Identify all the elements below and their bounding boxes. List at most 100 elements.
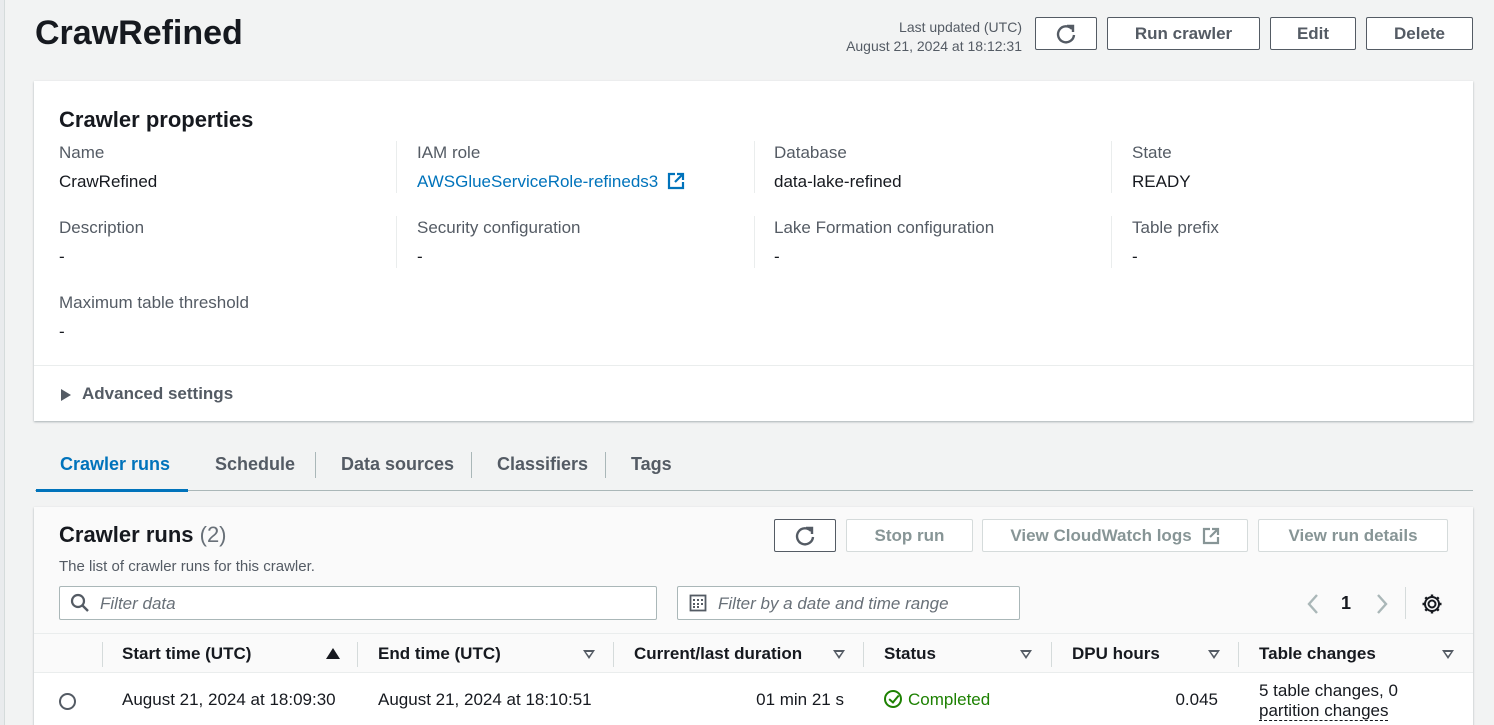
- status-text: Completed: [908, 690, 991, 709]
- date-range-filter[interactable]: Filter by a date and time range: [677, 586, 1020, 620]
- active-tab-indicator: [36, 489, 188, 492]
- last-updated: Last updated (UTC) August 21, 2024 at 18…: [846, 18, 1022, 56]
- prop-lake-formation: Lake Formation configuration -: [774, 218, 1104, 267]
- view-cloudwatch-logs-button[interactable]: View CloudWatch logs: [982, 519, 1248, 552]
- prop-value: -: [59, 322, 65, 341]
- tab-data-sources[interactable]: Data sources: [341, 454, 454, 475]
- external-link-icon: [667, 172, 685, 190]
- prop-database: Database data-lake-refined: [774, 143, 1104, 192]
- sort-icon[interactable]: [1442, 650, 1454, 659]
- filter-data-placeholder: Filter data: [100, 594, 176, 613]
- prop-table-prefix: Table prefix -: [1132, 218, 1462, 267]
- iam-role-link[interactable]: AWSGlueServiceRole-refineds3: [417, 172, 747, 192]
- cell-end-time: August 21, 2024 at 18:10:51: [378, 690, 592, 709]
- column-divider: [863, 642, 864, 667]
- date-filter-placeholder: Filter by a date and time range: [718, 594, 949, 613]
- tab-schedule[interactable]: Schedule: [215, 454, 295, 475]
- tab-tags[interactable]: Tags: [631, 454, 672, 475]
- prop-value: -: [59, 247, 65, 266]
- tab-classifiers[interactable]: Classifiers: [497, 454, 588, 475]
- prop-max-table-threshold: Maximum table threshold -: [59, 293, 389, 342]
- col-duration[interactable]: Current/last duration: [634, 644, 802, 664]
- prop-label: Name: [59, 143, 105, 162]
- prop-label: Security configuration: [417, 218, 581, 237]
- calendar-icon: [689, 594, 707, 612]
- tab-divider: [315, 452, 316, 478]
- sort-icon[interactable]: [583, 650, 595, 659]
- properties-heading: Crawler properties: [59, 107, 254, 132]
- sort-icon[interactable]: [833, 650, 845, 659]
- crawler-properties-panel: Crawler properties Name CrawRefined IAM …: [34, 81, 1473, 421]
- tab-crawler-runs[interactable]: Crawler runs: [60, 454, 170, 475]
- table-changes-line2[interactable]: partition changes: [1259, 701, 1389, 721]
- prop-label: Description: [59, 218, 145, 237]
- prop-value: READY: [1132, 172, 1191, 191]
- runs-description: The list of crawler runs for this crawle…: [59, 558, 315, 575]
- cell-table-changes[interactable]: 5 table changes, 0 partition changes: [1259, 681, 1398, 721]
- column-divider: [102, 642, 103, 667]
- cell-start-time: August 21, 2024 at 18:09:30: [122, 690, 336, 709]
- prop-value: CrawRefined: [59, 172, 158, 191]
- cell-status: Completed: [884, 690, 990, 710]
- refresh-icon: [1056, 24, 1076, 44]
- col-table-changes[interactable]: Table changes: [1259, 644, 1376, 664]
- advanced-settings-label[interactable]: Advanced settings: [82, 384, 233, 404]
- col-start-time[interactable]: Start time (UTC): [122, 644, 251, 664]
- divider: [754, 141, 755, 193]
- col-end-time[interactable]: End time (UTC): [378, 644, 501, 664]
- runs-count: (2): [199, 522, 227, 547]
- cell-duration: 01 min 21 s: [756, 690, 844, 709]
- advanced-settings-toggle[interactable]: Advanced settings: [34, 365, 1473, 421]
- prop-description: Description -: [59, 218, 389, 267]
- delete-button[interactable]: Delete: [1366, 17, 1473, 50]
- cell-dpu-hours: 0.045: [1175, 690, 1218, 709]
- page-number[interactable]: 1: [1341, 593, 1351, 614]
- edit-button[interactable]: Edit: [1270, 17, 1356, 50]
- col-dpu-hours[interactable]: DPU hours: [1072, 644, 1160, 664]
- table-changes-line1: 5 table changes, 0: [1259, 681, 1398, 700]
- refresh-button[interactable]: [1035, 17, 1097, 50]
- view-run-details-button[interactable]: View run details: [1258, 519, 1448, 552]
- iam-role-text[interactable]: AWSGlueServiceRole-refineds3: [417, 172, 658, 191]
- run-crawler-button[interactable]: Run crawler: [1107, 17, 1260, 50]
- prop-label: State: [1132, 143, 1172, 162]
- runs-heading: Crawler runs (2): [59, 522, 227, 548]
- sort-ascending-icon[interactable]: [326, 648, 340, 659]
- sort-icon[interactable]: [1020, 650, 1032, 659]
- tab-divider: [605, 452, 606, 478]
- crawler-runs-panel: Crawler runs (2) The list of crawler run…: [34, 507, 1473, 725]
- runs-refresh-button[interactable]: [774, 519, 836, 552]
- search-icon: [70, 593, 89, 612]
- divider: [1111, 141, 1112, 193]
- divider: [754, 216, 755, 268]
- sort-icon[interactable]: [1208, 650, 1220, 659]
- prop-security-configuration: Security configuration -: [417, 218, 747, 267]
- stop-run-button[interactable]: Stop run: [846, 519, 973, 552]
- table-header: Start time (UTC) End time (UTC) Current/…: [34, 633, 1473, 673]
- check-circle-icon: [884, 690, 902, 708]
- column-divider: [613, 642, 614, 667]
- view-cloudwatch-label[interactable]: View CloudWatch logs: [1010, 526, 1191, 546]
- prop-value: data-lake-refined: [774, 172, 902, 191]
- col-status[interactable]: Status: [884, 644, 936, 664]
- divider: [1111, 216, 1112, 268]
- column-divider: [1238, 642, 1239, 667]
- external-link-icon: [1202, 527, 1219, 544]
- filter-data-input[interactable]: Filter data: [59, 586, 657, 620]
- refresh-icon: [795, 526, 815, 546]
- page-title: CrawRefined: [35, 14, 243, 52]
- prop-value: -: [1132, 247, 1138, 266]
- table-row[interactable]: August 21, 2024 at 18:09:30 August 21, 2…: [34, 673, 1473, 725]
- pagination-divider: [1405, 587, 1406, 619]
- prop-label: Table prefix: [1132, 218, 1219, 237]
- prop-value: -: [774, 247, 780, 266]
- chevron-left-icon[interactable]: [1305, 592, 1321, 616]
- prop-iam-role: IAM role AWSGlueServiceRole-refineds3: [417, 143, 747, 192]
- prop-label: Database: [774, 143, 847, 162]
- divider: [396, 141, 397, 193]
- chevron-right-icon[interactable]: [1374, 592, 1390, 616]
- left-scroll-edge: [0, 0, 5, 725]
- row-select-radio[interactable]: [59, 693, 76, 710]
- gear-icon[interactable]: [1421, 593, 1443, 615]
- tab-bar: Crawler runs Schedule Data sources Class…: [35, 440, 1473, 492]
